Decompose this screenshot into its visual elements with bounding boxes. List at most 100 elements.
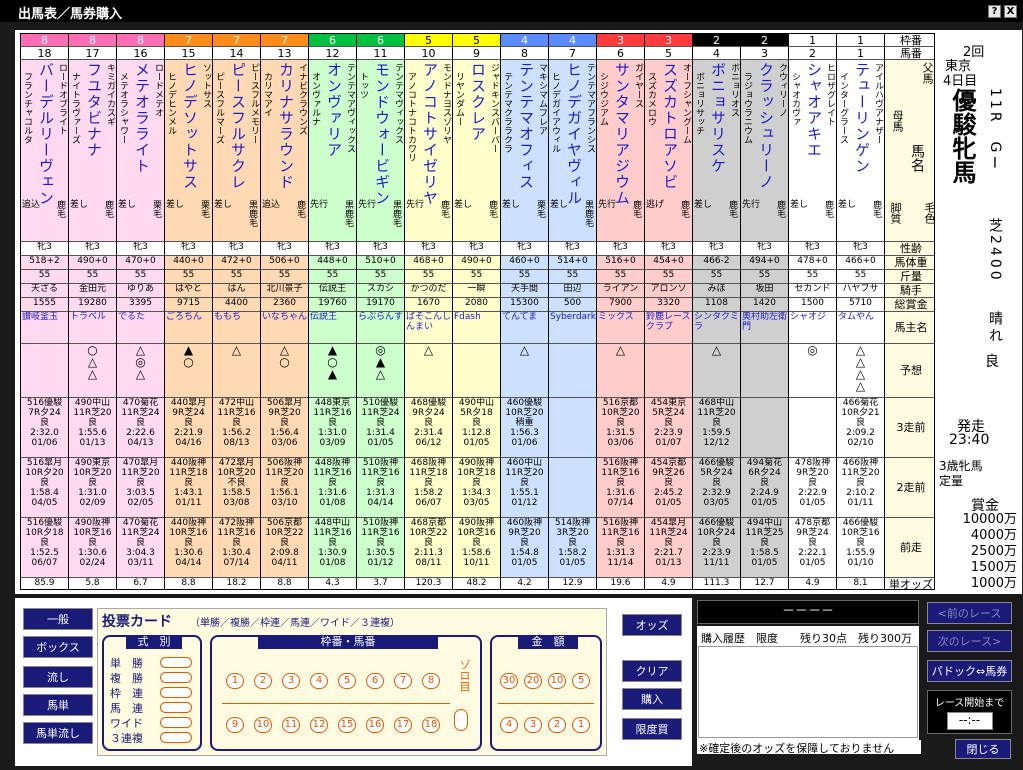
horse-name-block[interactable]: イナビクラウンズ カリマアイ カリナサラウンド 追込 鹿毛: [261, 60, 308, 242]
bet-type-toggle[interactable]: [160, 732, 192, 743]
horse-number-button[interactable]: 15: [338, 717, 356, 733]
nagashi-button[interactable]: 流し: [23, 666, 93, 688]
horse-name-block[interactable]: ガイヤース シジウジアム サンタマリアジウム 先行 鹿毛: [597, 60, 644, 242]
horse-number: 18: [21, 47, 68, 60]
bet-type-row[interactable]: 単 勝: [110, 655, 196, 670]
horse-number-button[interactable]: 5: [338, 673, 356, 689]
name-labels: 父馬 母馬 馬名 脚質 毛色: [885, 60, 934, 242]
bet-type-toggle[interactable]: [160, 717, 192, 728]
horse-number-button[interactable]: 6: [366, 673, 384, 689]
dam-name: ピースフルマーズ: [214, 72, 224, 144]
past-race-line: 2:09.8: [270, 548, 299, 558]
bet-type-toggle[interactable]: [160, 672, 192, 683]
past-race-line: 490阪神: [458, 458, 495, 468]
horse-number-button[interactable]: 17: [394, 717, 412, 733]
horse-name-block[interactable]: マキシマムフレア テンテマクララクラ テンテマオフィス 差し 栗毛: [501, 60, 548, 242]
horse-name-block[interactable]: テンテマアフランシス ヒノデガイアウィル ヒノデガイヤヴィル 差し 黒鹿毛: [549, 60, 596, 242]
coat-color: 栗毛: [199, 200, 209, 218]
box-button[interactable]: ボックス: [23, 636, 93, 658]
zoro-toggle[interactable]: [454, 709, 468, 731]
buy-button[interactable]: 購入: [622, 688, 682, 710]
horse-number-button[interactable]: 4: [310, 673, 328, 689]
umatan-button[interactable]: 馬単: [23, 694, 93, 716]
horse-number-button[interactable]: 11: [282, 717, 300, 733]
bet-type-row[interactable]: 枠 連: [110, 685, 196, 700]
horse-number-button[interactable]: 16: [366, 717, 384, 733]
horse-name-block[interactable]: ジャドキンスバーバー リヤンダムー ロスクレア 差し 鹿毛: [453, 60, 500, 242]
ippan-button[interactable]: 一般: [23, 608, 93, 630]
umatan-nagashi-button[interactable]: 馬単流し: [23, 722, 93, 744]
horse-name-block[interactable]: モンドナヨスゾリヤ アノコトナコトカワリ アノコトサイゼリヤ 先行 鹿毛: [405, 60, 452, 242]
amount-button[interactable]: 30: [500, 673, 518, 689]
past-race-line: 494菊花: [746, 458, 783, 468]
past-race-line: 460中山: [506, 458, 543, 468]
horse-number-button[interactable]: 3: [282, 673, 300, 689]
sire-name: オーフシャングーム: [681, 63, 691, 144]
help-button[interactable]: ?: [988, 5, 1001, 18]
horse-number: 10: [405, 47, 452, 60]
horse-name-block[interactable]: ピースフルメモリー ピースフルマーズ ピースフルサクレ 差し 黒鹿毛: [213, 60, 260, 242]
horse-name-block[interactable]: テンテマアヴィックス オンヴァルナ オンヴァリア 先行 黒鹿毛: [309, 60, 356, 242]
horse-number-button[interactable]: 8: [422, 673, 440, 689]
amount-button[interactable]: 5: [572, 673, 590, 689]
bet-type-row[interactable]: 複 勝: [110, 670, 196, 685]
odds-button[interactable]: オッズ: [622, 614, 682, 636]
past-race-line: 良: [423, 538, 433, 548]
past-race-line: 2:11.3: [414, 548, 443, 558]
horse-number-button[interactable]: 9: [226, 717, 244, 733]
amount-button[interactable]: 10: [548, 673, 566, 689]
past-race-line: 良: [39, 478, 49, 488]
bet-type-toggle[interactable]: [160, 702, 192, 713]
horse-number-button[interactable]: 10: [254, 717, 272, 733]
horse-weight: 468+0: [405, 256, 452, 270]
clear-button[interactable]: クリア: [622, 660, 682, 682]
horse-name-block[interactable]: テンテマヴィックス トッツ モンドウォービギン 先行 黒鹿毛: [357, 60, 404, 242]
horse-column: 8 18 ロードオブライト フランチャコルタ バーデルリーヴェン 追込 鹿毛 牝3 518+2 5…: [21, 34, 69, 589]
horse-name-block[interactable]: オーフシャングーム スズカメロウ スズカトロアソビ 逃げ 鹿毛: [645, 60, 692, 242]
bet-type-row[interactable]: ３連複: [110, 730, 196, 745]
horse-number-button[interactable]: 1: [226, 673, 244, 689]
horse-sex: 牝3: [453, 242, 500, 256]
horse-name-block[interactable]: ロードメテオ メテオラシャワー メテオラライト 差し 栗毛: [117, 60, 164, 242]
past-race-line: 01/12: [511, 498, 538, 508]
limit-buy-button[interactable]: 限度買: [622, 718, 682, 740]
amount-button[interactable]: 3: [524, 717, 542, 733]
past-race-line: 9R夕24: [412, 408, 445, 418]
amount-button[interactable]: 20: [524, 673, 542, 689]
amount-button[interactable]: 4: [500, 717, 518, 733]
horse-name-block[interactable]: ボニョリオス ボニョリサッチ ボニョサリスケ 差し 鹿毛: [693, 60, 740, 242]
horse-jockey: 金田元: [69, 284, 116, 298]
close-icon[interactable]: X: [1004, 5, 1017, 18]
amount-button[interactable]: 1: [572, 717, 590, 733]
horse-name-block[interactable]: ソットサス ヒノデヒンメル ヒノデソットサス 差し 栗毛: [165, 60, 212, 242]
amount-button[interactable]: 2: [548, 717, 566, 733]
dam-name: ヒノデヒンメル: [166, 72, 176, 135]
close-button[interactable]: 閉じる: [955, 739, 1011, 759]
horse-number-button[interactable]: 7: [394, 673, 412, 689]
horse-name-block[interactable]: ロードオブライト フランチャコルタ バーデルリーヴェン 追込 鹿毛: [21, 60, 68, 242]
history-box[interactable]: 購入履歴 限度 残り30点 残り300万: [697, 626, 919, 754]
running-style: 差し: [694, 200, 713, 210]
prediction-marks: △ ○: [261, 344, 308, 398]
past-race-line: 良: [423, 478, 433, 488]
horse-column: 2 3 クウィリーノ ラジョウラニウム クラッシュリーノ 先行 鹿毛 牝3 494+0 55 坂田 1…: [741, 34, 789, 589]
horse-number-button[interactable]: 2: [254, 673, 272, 689]
history-list[interactable]: [698, 646, 918, 738]
past-race-line: 1:43.1: [174, 488, 203, 498]
prediction-marks: △: [693, 344, 740, 398]
bet-type-row[interactable]: 馬 連: [110, 700, 196, 715]
horse-number-button[interactable]: 18: [422, 717, 440, 733]
prev-race-button[interactable]: <前のレース: [927, 602, 1012, 624]
horse-kin: 55: [837, 270, 884, 284]
bet-type-toggle[interactable]: [160, 687, 192, 698]
bet-type-toggle[interactable]: [160, 657, 192, 668]
next-race-button[interactable]: 次のレース>: [927, 630, 1012, 652]
horse-name-block[interactable]: キミガイカスギ ナイトラヴァーズ フユタビナナ 差し 鹿毛: [69, 60, 116, 242]
horse-number-button[interactable]: 12: [310, 717, 328, 733]
horse-name-block[interactable]: クウィリーノ ラジョウラニウム クラッシュリーノ 先行 鹿毛: [741, 60, 788, 242]
past-race-line: 01/05: [367, 438, 394, 448]
bet-type-row[interactable]: ワイド: [110, 715, 196, 730]
paddock-button[interactable]: パドック⇔馬券: [927, 660, 1012, 682]
horse-name-block[interactable]: アイルハヴアナザー インターグラース テューリンゲン 差し 鹿毛: [837, 60, 884, 242]
horse-name-block[interactable]: ヒロザグレイト シャオカヴァ シャオアキエ 差し 鹿毛: [789, 60, 836, 242]
